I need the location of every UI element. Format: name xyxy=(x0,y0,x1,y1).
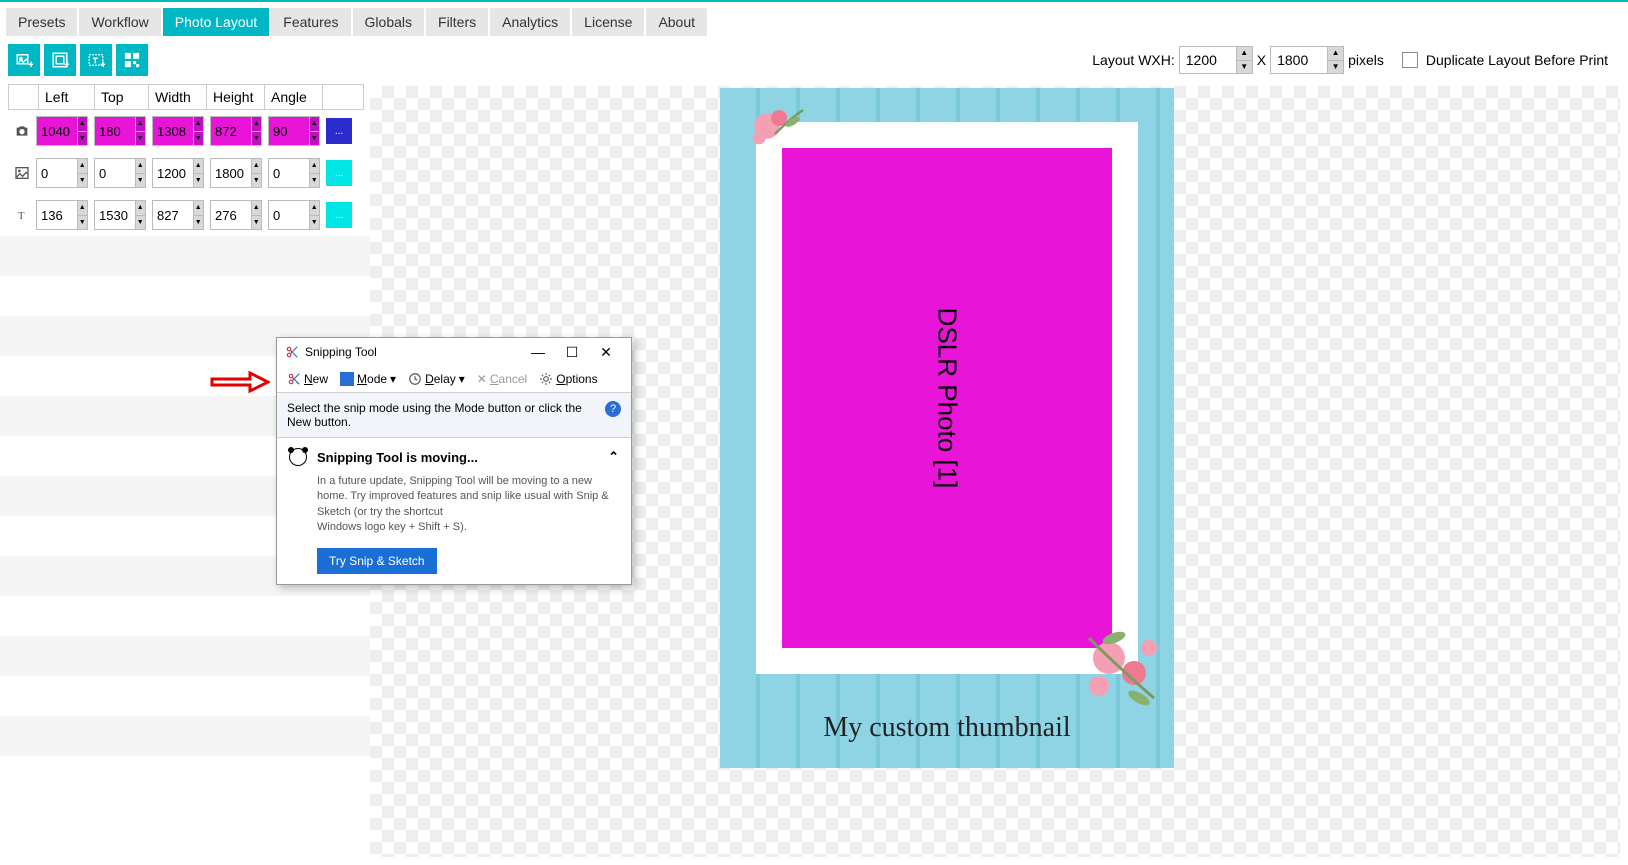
clock-icon xyxy=(408,372,422,386)
pixels-label: pixels xyxy=(1348,52,1384,68)
scissors-icon xyxy=(287,372,301,386)
layout-width-input[interactable]: ▲▼ xyxy=(1179,46,1253,74)
svg-text:+: + xyxy=(101,60,106,70)
snip-delay-button[interactable]: Delay▾ xyxy=(404,370,469,388)
snip-mode-button[interactable]: Mode▾ xyxy=(336,370,400,388)
row2-top[interactable]: ▲▼ xyxy=(94,158,146,188)
snip-moving-body2: Windows logo key + Shift + S). xyxy=(317,521,467,533)
duplicate-checkbox[interactable] xyxy=(1402,52,1418,68)
close-icon: ✕ xyxy=(477,372,487,386)
table-row: T ▲▼ ▲▼ ▲▼ ▲▼ ▲▼ ... xyxy=(8,194,1620,236)
tab-features[interactable]: Features xyxy=(271,8,350,36)
tab-photo-layout[interactable]: Photo Layout xyxy=(163,8,270,36)
row2-angle[interactable]: ▲▼ xyxy=(268,158,320,188)
row1-angle[interactable]: ▲▼ xyxy=(268,116,320,146)
snip-moving-header: Snipping Tool is moving... xyxy=(317,450,478,465)
add-text-button[interactable]: T+ xyxy=(80,44,112,76)
step-up-icon[interactable]: ▲ xyxy=(1236,47,1252,61)
snip-new-button[interactable]: NNewew xyxy=(283,370,332,388)
row2-color-button[interactable]: ... xyxy=(326,160,352,186)
step-down-icon[interactable]: ▼ xyxy=(1327,61,1343,74)
row3-width[interactable]: ▲▼ xyxy=(152,200,204,230)
row1-top[interactable]: ▲▼ xyxy=(94,116,146,146)
table-row: ▲▼ ▲▼ ▲▼ ▲▼ ▲▼ ... xyxy=(8,110,1620,152)
maximize-button[interactable]: ☐ xyxy=(555,341,589,363)
step-down-icon[interactable]: ▼ xyxy=(1236,61,1252,74)
row1-left[interactable]: ▲▼ xyxy=(36,116,88,146)
tab-globals[interactable]: Globals xyxy=(353,8,424,36)
add-photo-slot-button[interactable]: + xyxy=(8,44,40,76)
snip-options-button[interactable]: Options xyxy=(535,370,601,388)
gear-icon xyxy=(539,372,553,386)
tab-license[interactable]: License xyxy=(572,8,644,36)
snip-info-bar: Select the snip mode using the Mode butt… xyxy=(277,393,631,438)
snip-moving-body1: In a future update, Snipping Tool will b… xyxy=(317,475,609,518)
row3-height[interactable]: ▲▼ xyxy=(210,200,262,230)
toolbar: + + T+ Layout WXH: ▲▼ X ▲▼ pixels Duplic… xyxy=(0,36,1628,84)
row3-top[interactable]: ▲▼ xyxy=(94,200,146,230)
table-row: ▲▼ ▲▼ ▲▼ ▲▼ ▲▼ ... xyxy=(8,152,1620,194)
row3-angle[interactable]: ▲▼ xyxy=(268,200,320,230)
header-angle: Angle xyxy=(265,85,323,109)
row1-height[interactable]: ▲▼ xyxy=(210,116,262,146)
layout-x-sep: X xyxy=(1257,52,1266,68)
layout-height-field[interactable] xyxy=(1271,47,1327,73)
image-icon xyxy=(8,165,36,181)
row3-left[interactable]: ▲▼ xyxy=(36,200,88,230)
tab-filters[interactable]: Filters xyxy=(426,8,488,36)
tab-analytics[interactable]: Analytics xyxy=(490,8,570,36)
step-up-icon[interactable]: ▲ xyxy=(1327,47,1343,61)
header-left: Left xyxy=(39,85,95,109)
duplicate-label: Duplicate Layout Before Print xyxy=(1426,52,1608,68)
minimize-button[interactable]: — xyxy=(521,341,555,363)
row3-color-button[interactable]: ... xyxy=(326,202,352,228)
close-button[interactable]: ✕ xyxy=(589,341,623,363)
snip-toolbar: NNewew Mode▾ Delay▾ ✕ Cancel Options xyxy=(277,366,631,393)
text-icon: T xyxy=(8,207,36,223)
try-snip-sketch-button[interactable]: Try Snip & Sketch xyxy=(317,548,437,574)
add-qr-button[interactable] xyxy=(116,44,148,76)
layout-controls: Layout WXH: ▲▼ X ▲▼ pixels Duplicate Lay… xyxy=(1092,46,1620,74)
flower-decoration-icon xyxy=(1054,608,1184,728)
snip-cancel-button: ✕ Cancel xyxy=(473,370,531,388)
camera-icon xyxy=(8,123,36,139)
snip-titlebar[interactable]: Snipping Tool — ☐ ✕ xyxy=(277,338,631,366)
tab-about[interactable]: About xyxy=(646,8,707,36)
header-height: Height xyxy=(207,85,265,109)
chevron-down-icon: ▾ xyxy=(390,372,396,386)
chevron-up-icon[interactable]: ⌃ xyxy=(608,449,619,465)
row2-left[interactable]: ▲▼ xyxy=(36,158,88,188)
help-icon[interactable]: ? xyxy=(605,401,621,417)
svg-text:T: T xyxy=(93,56,98,65)
mode-icon xyxy=(340,372,354,386)
chevron-down-icon: ▾ xyxy=(459,372,465,386)
snip-title-text: Snipping Tool xyxy=(305,345,521,359)
layout-wxh-label: Layout WXH: xyxy=(1092,52,1174,68)
row1-width[interactable]: ▲▼ xyxy=(152,116,204,146)
snip-info-text: Select the snip mode using the Mode butt… xyxy=(287,401,597,429)
header-top: Top xyxy=(95,85,149,109)
row1-color-button[interactable]: ... xyxy=(326,118,352,144)
row2-height[interactable]: ▲▼ xyxy=(210,158,262,188)
snipping-tool-window[interactable]: Snipping Tool — ☐ ✕ NNewew Mode▾ Delay▾ … xyxy=(276,337,632,585)
panda-icon xyxy=(289,448,307,466)
svg-text:T: T xyxy=(18,211,25,222)
row2-width[interactable]: ▲▼ xyxy=(152,158,204,188)
svg-text:+: + xyxy=(65,60,70,70)
snip-moving-panel: Snipping Tool is moving... ⌃ In a future… xyxy=(277,438,631,584)
layout-width-field[interactable] xyxy=(1180,47,1236,73)
main-tabs: Presets Workflow Photo Layout Features G… xyxy=(0,2,1628,36)
tab-presets[interactable]: Presets xyxy=(6,8,77,36)
add-outer-frame-button[interactable]: + xyxy=(44,44,76,76)
scissors-icon xyxy=(285,345,299,359)
thumbnail-text[interactable]: My custom thumbnail xyxy=(720,712,1174,744)
layout-height-input[interactable]: ▲▼ xyxy=(1270,46,1344,74)
tab-workflow[interactable]: Workflow xyxy=(79,8,160,36)
photo-slot-label: DSLR Photo [1] xyxy=(932,308,963,489)
annotation-arrow-icon xyxy=(210,367,270,397)
header-width: Width xyxy=(149,85,207,109)
grid-header: Left Top Width Height Angle xyxy=(8,84,364,110)
svg-text:+: + xyxy=(29,60,34,70)
